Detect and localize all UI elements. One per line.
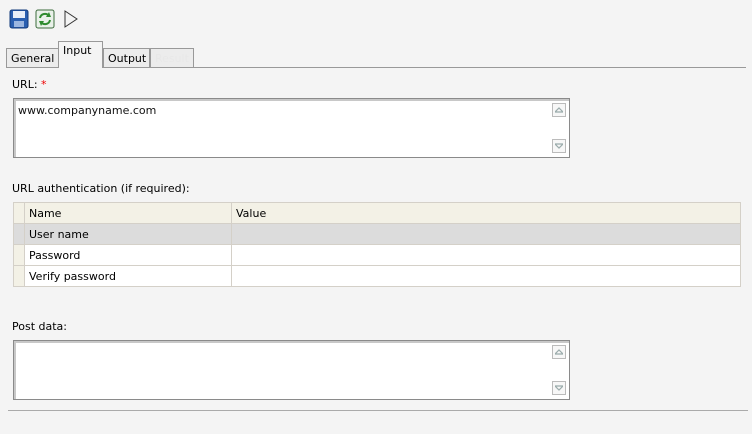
post-data-input[interactable] bbox=[13, 340, 570, 400]
tab-output[interactable]: Output bbox=[103, 48, 150, 68]
row-header-corner bbox=[13, 202, 25, 224]
tab-result[interactable]: Result bbox=[150, 48, 194, 68]
row-header[interactable] bbox=[13, 265, 25, 287]
cell-name: Verify password bbox=[24, 265, 232, 287]
row-header[interactable] bbox=[13, 223, 25, 245]
refresh-button[interactable] bbox=[34, 8, 56, 30]
cell-name: User name bbox=[24, 223, 232, 245]
cell-value-verify-password[interactable] bbox=[231, 265, 741, 287]
tab-bar: General Input Output Result bbox=[6, 38, 746, 68]
run-button[interactable] bbox=[60, 8, 82, 30]
row-header[interactable] bbox=[13, 244, 25, 266]
auth-label: URL authentication (if required): bbox=[12, 182, 190, 195]
column-header-value[interactable]: Value bbox=[231, 202, 741, 224]
table-header: Name Value bbox=[13, 202, 741, 224]
save-icon bbox=[9, 9, 29, 29]
tab-general[interactable]: General bbox=[6, 48, 59, 68]
chevron-up-icon bbox=[555, 107, 563, 113]
table-row[interactable]: Password bbox=[13, 244, 741, 266]
bottom-divider bbox=[8, 410, 748, 421]
column-header-name[interactable]: Name bbox=[24, 202, 232, 224]
post-data-scrollbar[interactable] bbox=[552, 343, 566, 397]
scroll-up-button[interactable] bbox=[552, 345, 566, 359]
url-input[interactable]: www.companyname.com bbox=[13, 98, 570, 158]
url-label: URL: * bbox=[12, 78, 47, 91]
cell-value-password[interactable] bbox=[231, 244, 741, 266]
cell-name: Password bbox=[24, 244, 232, 266]
tab-divider bbox=[6, 67, 746, 68]
save-button[interactable] bbox=[8, 8, 30, 30]
chevron-down-icon bbox=[555, 385, 563, 391]
toolbar bbox=[8, 6, 82, 32]
auth-table: Name Value User name Password Verify pas… bbox=[13, 202, 741, 287]
url-label-text: URL: bbox=[12, 78, 38, 91]
scroll-up-button[interactable] bbox=[552, 103, 566, 117]
refresh-icon bbox=[35, 9, 55, 29]
scroll-down-button[interactable] bbox=[552, 381, 566, 395]
tab-input[interactable]: Input bbox=[58, 41, 103, 68]
table-row[interactable]: Verify password bbox=[13, 265, 741, 287]
play-icon bbox=[64, 10, 78, 28]
required-mark: * bbox=[41, 78, 47, 91]
scroll-down-button[interactable] bbox=[552, 139, 566, 153]
url-value: www.companyname.com bbox=[18, 104, 157, 117]
chevron-down-icon bbox=[555, 143, 563, 149]
cell-value-username[interactable] bbox=[231, 223, 741, 245]
chevron-up-icon bbox=[555, 349, 563, 355]
url-scrollbar[interactable] bbox=[552, 101, 566, 155]
post-data-label: Post data: bbox=[12, 320, 67, 333]
table-row[interactable]: User name bbox=[13, 223, 741, 245]
